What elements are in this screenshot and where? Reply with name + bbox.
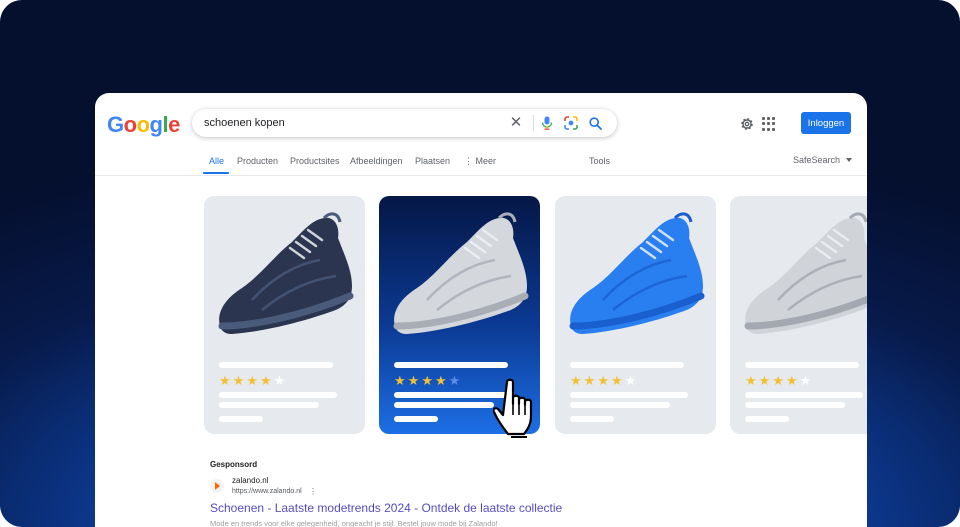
header-divider [95, 175, 867, 176]
ad-site-name: zalando.nl [232, 476, 269, 485]
star-rating: ★ ★ ★ ★ ★ [745, 374, 811, 387]
star-filled-icon: ★ [785, 373, 798, 388]
product-detail-placeholder [219, 392, 337, 398]
product-title-placeholder [570, 362, 684, 368]
star-filled-icon: ★ [570, 373, 582, 388]
hand-pointer-cursor-icon [493, 378, 533, 438]
sneaker-image [393, 212, 529, 334]
product-detail-placeholder [219, 416, 263, 422]
star-filled-icon: ★ [407, 373, 420, 388]
star-filled-icon: ★ [597, 373, 609, 388]
caret-down-icon [846, 158, 852, 162]
star-empty-icon: ★ [448, 373, 461, 388]
tab-more[interactable]: ⋮ Meer [464, 156, 496, 167]
product-detail-placeholder [745, 416, 789, 422]
star-filled-icon: ★ [745, 373, 757, 388]
product-detail-placeholder [570, 392, 688, 398]
header-actions: Inloggen [731, 112, 851, 136]
google-logo[interactable]: Google [107, 112, 180, 138]
ad-result-title[interactable]: Schoenen - Laatste modetrends 2024 - Ont… [210, 501, 562, 515]
search-box[interactable]: schoenen kopen ✕ [192, 109, 617, 137]
tools-button[interactable]: Tools [589, 156, 610, 166]
tab-all[interactable]: Alle [203, 156, 229, 174]
product-card[interactable]: ★ ★ ★ ★ ★ [555, 196, 716, 434]
star-filled-icon: ★ [583, 373, 596, 388]
sponsored-label: Gesponsord [210, 460, 258, 469]
google-lens-icon[interactable] [563, 115, 579, 131]
star-filled-icon: ★ [394, 373, 406, 388]
login-button[interactable]: Inloggen [801, 112, 851, 134]
star-filled-icon: ★ [232, 373, 245, 388]
tab-images[interactable]: Afbeeldingen [350, 156, 403, 166]
product-detail-placeholder [394, 402, 494, 408]
tab-places[interactable]: Plaatsen [415, 156, 450, 166]
star-rating: ★ ★ ★ ★ ★ [219, 374, 285, 387]
apps-grid-icon[interactable] [762, 117, 776, 131]
ad-result-snippet: Mode en trends voor elke gelegenheid, on… [210, 519, 498, 527]
star-filled-icon: ★ [434, 373, 447, 388]
star-rating: ★ ★ ★ ★ ★ [570, 374, 636, 387]
star-filled-icon: ★ [758, 373, 771, 388]
safesearch-dropdown[interactable]: SafeSearch [793, 155, 852, 165]
product-detail-placeholder [570, 416, 614, 422]
star-empty-icon: ★ [273, 373, 286, 388]
star-rating: ★ ★ ★ ★ ★ [394, 374, 460, 387]
product-detail-placeholder [394, 416, 438, 422]
star-filled-icon: ★ [259, 373, 272, 388]
star-empty-icon: ★ [624, 373, 637, 388]
search-divider [533, 115, 534, 131]
hero-background: Google schoenen kopen ✕ Inloggen Alle Pr… [0, 0, 960, 527]
star-filled-icon: ★ [772, 373, 784, 388]
star-filled-icon: ★ [610, 373, 623, 388]
tab-products[interactable]: Producten [237, 156, 278, 166]
gear-icon[interactable] [739, 116, 755, 132]
search-icon[interactable] [587, 115, 603, 131]
product-title-placeholder [745, 362, 859, 368]
microphone-icon[interactable] [539, 115, 555, 131]
ad-site-url: https://www.zalando.nl [232, 488, 302, 495]
clear-icon[interactable]: ✕ [508, 115, 524, 131]
tab-active-indicator [203, 172, 229, 174]
product-detail-placeholder [219, 402, 319, 408]
star-filled-icon: ★ [421, 373, 433, 388]
tab-product-sites[interactable]: Productsites [290, 156, 340, 166]
product-title-placeholder [219, 362, 333, 368]
zalando-logo-icon [210, 479, 224, 493]
product-card[interactable]: ★ ★ ★ ★ ★ [204, 196, 365, 434]
browser-window: Google schoenen kopen ✕ Inloggen Alle Pr… [95, 93, 867, 527]
more-options-icon[interactable]: ⋮ [309, 487, 317, 496]
product-detail-placeholder [745, 402, 845, 408]
sneaker-image [218, 212, 354, 334]
product-title-placeholder [394, 362, 508, 368]
search-input[interactable]: schoenen kopen [204, 117, 285, 129]
sneaker-image [569, 212, 705, 334]
product-detail-placeholder [745, 392, 863, 398]
product-detail-placeholder [570, 402, 670, 408]
product-card[interactable]: ★ ★ ★ ★ ★ [730, 196, 867, 434]
star-filled-icon: ★ [246, 373, 258, 388]
star-empty-icon: ★ [799, 373, 812, 388]
star-filled-icon: ★ [219, 373, 231, 388]
sneaker-image [744, 212, 867, 334]
